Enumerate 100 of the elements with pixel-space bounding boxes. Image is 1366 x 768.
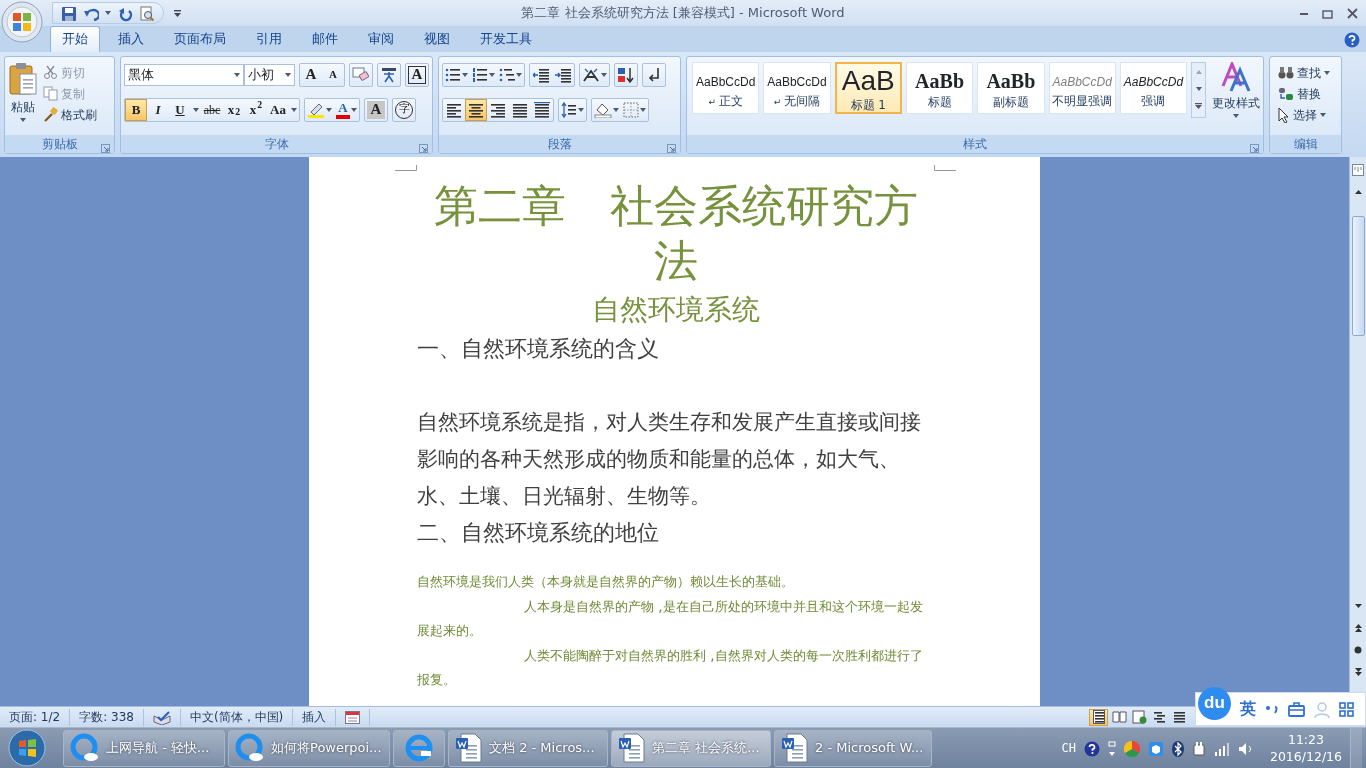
select-button[interactable]: 选择 xyxy=(1276,104,1338,125)
ribbon-tab[interactable]: 页面布局 xyxy=(162,26,238,52)
caret-icon xyxy=(234,72,241,77)
ribbon-tab[interactable]: 审阅 xyxy=(356,26,406,52)
up-arrow-icon xyxy=(1195,69,1202,74)
caret-icon xyxy=(489,72,495,77)
style-preset[interactable]: AaB 标题 1 xyxy=(834,62,902,114)
scrollbar-thumb[interactable] xyxy=(1351,216,1365,336)
start-button[interactable] xyxy=(8,729,46,767)
borders-icon xyxy=(623,101,639,118)
paste-button[interactable]: 粘贴 xyxy=(8,62,38,125)
status-text[interactable]: 页面: 1/2 xyxy=(9,708,61,726)
binoculars-icon xyxy=(1278,65,1294,80)
close-icon xyxy=(1347,8,1358,19)
font-color-button[interactable]: A xyxy=(334,98,359,121)
change-case-button[interactable]: Aa xyxy=(267,98,289,121)
help-button[interactable] xyxy=(1344,30,1360,48)
style-name: 不明显强调 xyxy=(1052,93,1113,110)
style-preset[interactable]: AaBbCcDd ↵ 正文 xyxy=(692,62,760,114)
toolbox-button[interactable] xyxy=(1288,700,1305,718)
save-icon xyxy=(61,5,77,22)
help-tray-icon[interactable] xyxy=(1083,739,1100,757)
group-label: 段落 xyxy=(547,137,572,151)
tray-app-icon[interactable] xyxy=(1147,739,1164,757)
ribbon-tab[interactable]: 开发工具 xyxy=(468,26,544,52)
align-center-button[interactable] xyxy=(465,98,487,121)
style-preset[interactable]: AaBb 标题 xyxy=(905,62,974,114)
change-styles-button[interactable]: 更改样式 xyxy=(1211,62,1260,118)
font-size-field[interactable]: 小初 xyxy=(244,63,295,86)
ribbon-tab[interactable]: 开始 xyxy=(50,26,100,52)
paint-bucket-icon xyxy=(594,101,612,118)
style-preset[interactable]: AaBbCcDd 不明显强调 xyxy=(1048,62,1116,114)
status-text[interactable]: 字数: 338 xyxy=(79,708,134,726)
proofing-icon xyxy=(152,710,171,725)
italic-button[interactable]: I xyxy=(147,98,169,121)
print-view-button[interactable] xyxy=(1089,708,1108,726)
print-preview-button[interactable] xyxy=(139,4,155,22)
shrink-font-button[interactable]: A xyxy=(322,63,344,86)
style-sample: AaBbCcDd xyxy=(767,74,827,91)
signal-bars-icon xyxy=(1213,741,1230,756)
style-name: 副标题 xyxy=(992,94,1029,111)
group-label: 字体 xyxy=(264,137,289,151)
tray-expand-button[interactable] xyxy=(1107,739,1116,757)
align-icon xyxy=(490,101,506,118)
align-icon xyxy=(468,101,484,118)
script-button[interactable]: x$^{2}$ xyxy=(245,98,267,121)
script-button[interactable]: x$_{2}$ xyxy=(223,98,245,121)
font-family-field[interactable]: 黑体 xyxy=(124,63,245,86)
bold-button[interactable]: B xyxy=(125,98,147,121)
status-text[interactable]: 中文(简体，中国) xyxy=(189,708,284,726)
multilevel-list-icon xyxy=(499,66,515,83)
double-up-arrow-icon xyxy=(1354,623,1362,632)
restore-icon xyxy=(1322,8,1333,19)
window-title: 第二章 社会系统研究方法 [兼容模式] - Microsoft Word xyxy=(521,5,845,21)
down-arrow-icon xyxy=(1195,86,1202,91)
note-paragraph: 人本身是自然界的产物 ,是在自己所处的环境中并且和这个环境一起发展起来的。 xyxy=(417,597,924,640)
style-preset[interactable]: AaBbCcDd 强调 xyxy=(1119,62,1188,114)
bluetooth-icon[interactable] xyxy=(1171,739,1184,757)
menu-button[interactable] xyxy=(1339,700,1354,718)
section-heading: 二、自然环境系统的地位 xyxy=(417,519,660,547)
taskbar-button[interactable] xyxy=(393,729,445,767)
style-name: 标题 1 xyxy=(850,97,886,112)
power-icon[interactable] xyxy=(1191,739,1206,757)
reading-view-button[interactable] xyxy=(1109,708,1128,726)
style-name: ↵ 正文 xyxy=(708,93,743,110)
align-icon xyxy=(534,101,550,118)
find-button[interactable]: 查找 xyxy=(1276,62,1338,83)
web-view-button[interactable] xyxy=(1129,708,1148,726)
scissors-icon xyxy=(43,65,58,80)
style-sample: AaBbCcDd xyxy=(1123,74,1184,91)
underline-button[interactable]: U xyxy=(169,98,191,121)
group-label: 剪贴板 xyxy=(41,137,78,151)
save-button[interactable] xyxy=(61,4,77,22)
clipboard-icon xyxy=(8,62,38,96)
redo-icon xyxy=(117,5,133,22)
clock[interactable]: 11:23 2016/12/16 xyxy=(1269,731,1342,765)
grow-font-button[interactable]: A xyxy=(300,63,322,86)
macro-button[interactable] xyxy=(345,708,361,726)
caret-icon xyxy=(105,11,111,15)
style-preset[interactable]: AaBbCcDd ↵ 无间隔 xyxy=(763,62,831,114)
replace-button[interactable]: 替换 xyxy=(1276,83,1338,104)
ribbon-tab[interactable]: 引用 xyxy=(244,26,294,52)
ribbon-tab[interactable]: 邮件 xyxy=(300,26,350,52)
painter-button[interactable]: 格式刷 xyxy=(41,104,99,125)
input-mode-button[interactable]: 英 xyxy=(1240,697,1256,721)
strikethrough-button[interactable]: abc xyxy=(201,98,223,121)
document-title: 第二章 社会系统研究方法 xyxy=(432,179,919,288)
help-icon xyxy=(1344,31,1360,48)
character-shading-button[interactable]: A xyxy=(367,100,385,119)
caret-icon xyxy=(578,107,584,112)
proofing-button[interactable] xyxy=(152,708,171,726)
ribbon-tab[interactable]: 插入 xyxy=(106,26,156,52)
word-document-icon xyxy=(455,733,483,763)
caret-icon xyxy=(326,107,332,112)
style-preset[interactable]: AaBb 副标题 xyxy=(977,62,1045,114)
character-border-button[interactable]: A xyxy=(408,65,426,84)
style-sample: AaB xyxy=(841,66,895,96)
ribbon-tab[interactable]: 视图 xyxy=(412,26,462,52)
status-text[interactable]: 插入 xyxy=(302,708,327,726)
line-spacing-icon xyxy=(561,101,577,118)
